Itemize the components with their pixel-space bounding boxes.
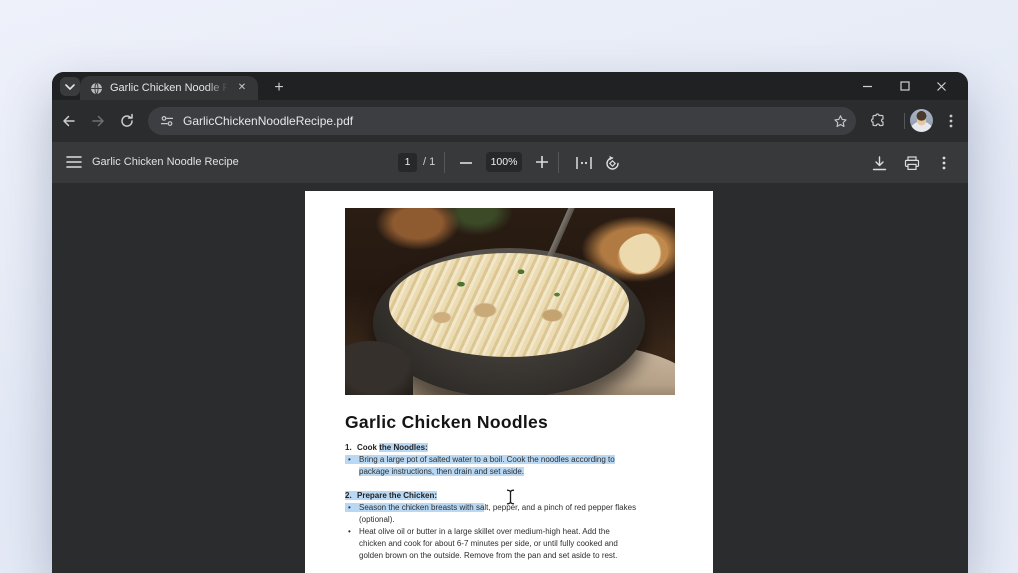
pdf-more-options-button[interactable] [936, 153, 952, 173]
print-icon [904, 156, 920, 171]
browser-menu-button[interactable] [938, 108, 964, 134]
desktop-background: Garlic Chicken Noodle Recipe ✕ + [0, 0, 1018, 573]
zoom-level-input[interactable]: 100% [486, 152, 522, 172]
forward-arrow-icon [90, 113, 106, 129]
selected-text: •Season the chicken breasts with sa [345, 503, 484, 512]
extensions-button[interactable] [865, 108, 891, 134]
toolbar-divider [904, 113, 905, 129]
close-window-button[interactable] [923, 72, 960, 100]
back-button[interactable] [56, 108, 82, 134]
selected-text: •Bring a large pot of salted water to a … [345, 455, 615, 464]
selected-text: the Noodles: [379, 443, 427, 452]
step-1-heading: 1.Cook the Noodles: [345, 442, 685, 454]
new-tab-button[interactable]: + [267, 76, 291, 100]
kebab-menu-icon [949, 114, 953, 128]
kebab-menu-icon [942, 156, 946, 170]
step-1-bullet-line-1: •Bring a large pot of salted water to a … [345, 454, 685, 466]
step-1-bullet-line-2: package instructions, then drain and set… [345, 466, 685, 478]
download-icon [872, 156, 887, 171]
pdf-viewer[interactable]: Garlic Chicken Noodles 1.Cook the Noodle… [52, 183, 968, 573]
bookmark-star-button[interactable] [829, 110, 851, 132]
puzzle-icon [870, 113, 886, 129]
zoom-out-button[interactable] [456, 155, 476, 171]
reload-button[interactable] [114, 108, 140, 134]
zoom-in-button[interactable] [532, 150, 552, 174]
address-bar[interactable]: GarlicChickenNoodleRecipe.pdf [148, 107, 856, 135]
plus-icon [536, 156, 548, 168]
tab-close-icon[interactable]: ✕ [234, 80, 250, 96]
print-button[interactable] [901, 153, 923, 173]
tab-garlic-chicken-noodle-recipe[interactable]: Garlic Chicken Noodle Recipe ✕ [80, 76, 258, 100]
tab-title: Garlic Chicken Noodle Recipe [110, 82, 228, 94]
photo-noodles [389, 253, 629, 357]
step-2-bullet-2-line-1: •Heat olive oil or butter in a large ski… [345, 526, 685, 538]
selected-text: 2.Prepare the Chicken: [345, 491, 437, 500]
browser-window: Garlic Chicken Noodle Recipe ✕ + [52, 72, 968, 573]
page-count-label: / 1 [423, 142, 435, 183]
maximize-icon [900, 81, 910, 91]
minimize-icon [862, 81, 873, 92]
close-icon [936, 81, 947, 92]
profile-avatar[interactable] [910, 109, 933, 132]
fit-to-width-button[interactable] [573, 154, 595, 172]
window-controls [849, 72, 960, 100]
download-button[interactable] [868, 153, 890, 173]
rotate-counterclockwise-icon [604, 155, 621, 172]
rotate-button[interactable] [601, 153, 623, 173]
page-number-input[interactable]: 1 [398, 153, 417, 172]
pdf-menu-button[interactable] [65, 154, 83, 170]
pdf-page[interactable]: Garlic Chicken Noodles 1.Cook the Noodle… [305, 191, 713, 573]
address-toolbar: GarlicChickenNoodleRecipe.pdf [52, 100, 968, 142]
minus-icon [460, 162, 472, 164]
photo-bread [612, 227, 674, 281]
text-cursor [505, 489, 516, 505]
step-2-bullet-1-line-2: (optional). [345, 514, 685, 526]
recipe-photo [345, 208, 675, 395]
fit-width-icon [576, 157, 592, 169]
toolbar-divider [558, 152, 559, 173]
tab-strip: Garlic Chicken Noodle Recipe ✕ + [52, 72, 968, 100]
reload-icon [119, 113, 135, 129]
minimize-button[interactable] [849, 72, 886, 100]
toolbar-divider [444, 152, 445, 173]
hamburger-icon [66, 156, 82, 168]
tab-search-button[interactable] [60, 77, 80, 96]
recipe-title: Garlic Chicken Noodles [345, 412, 548, 433]
back-arrow-icon [61, 113, 77, 129]
forward-button[interactable] [85, 108, 111, 134]
star-icon [833, 114, 848, 129]
step-2-bullet-2-line-3: golden brown on the outside. Remove from… [345, 550, 685, 562]
globe-favicon-icon [90, 82, 103, 95]
selected-text: package instructions, then drain and set… [359, 467, 524, 476]
maximize-button[interactable] [886, 72, 923, 100]
site-settings-icon[interactable] [160, 114, 174, 128]
pdf-document-title: Garlic Chicken Noodle Recipe [92, 142, 239, 183]
step-2-bullet-2-line-2: chicken and cook for about 6-7 minutes p… [345, 538, 685, 550]
chevron-down-icon [65, 84, 75, 90]
url-text: GarlicChickenNoodleRecipe.pdf [183, 114, 353, 128]
pdf-toolbar: Garlic Chicken Noodle Recipe 1 / 1 100% [52, 142, 968, 183]
